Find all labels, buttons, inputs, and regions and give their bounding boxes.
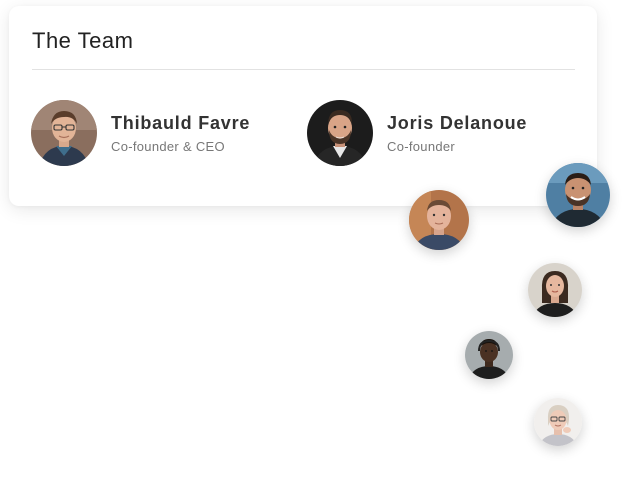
team-card: The Team Thibauld Favre Co-founder & CEO… [9, 6, 597, 206]
team-section: The Team Thibauld Favre Co-founder & CEO… [0, 0, 643, 478]
floating-avatar-5 [534, 398, 582, 446]
member-name: Thibauld Favre [111, 112, 251, 133]
floating-avatar-4 [465, 331, 513, 379]
member-role: Co-founder & CEO [111, 138, 225, 154]
team-member-thibauld: Thibauld Favre Co-founder & CEO [31, 100, 250, 166]
title-divider [32, 69, 575, 70]
avatar [307, 100, 373, 166]
avatar [31, 100, 97, 166]
floating-avatar-2 [409, 190, 469, 250]
team-member-joris: Joris Delanoue Co-founder [307, 100, 527, 166]
floating-avatar-1 [546, 163, 610, 227]
floating-avatar-3 [528, 263, 582, 317]
member-name: Joris Delanoue [387, 112, 528, 133]
member-info: Thibauld Favre Co-founder & CEO [111, 113, 250, 154]
member-role: Co-founder [387, 138, 456, 154]
card-title: The Team [32, 28, 134, 53]
member-info: Joris Delanoue Co-founder [387, 113, 527, 154]
